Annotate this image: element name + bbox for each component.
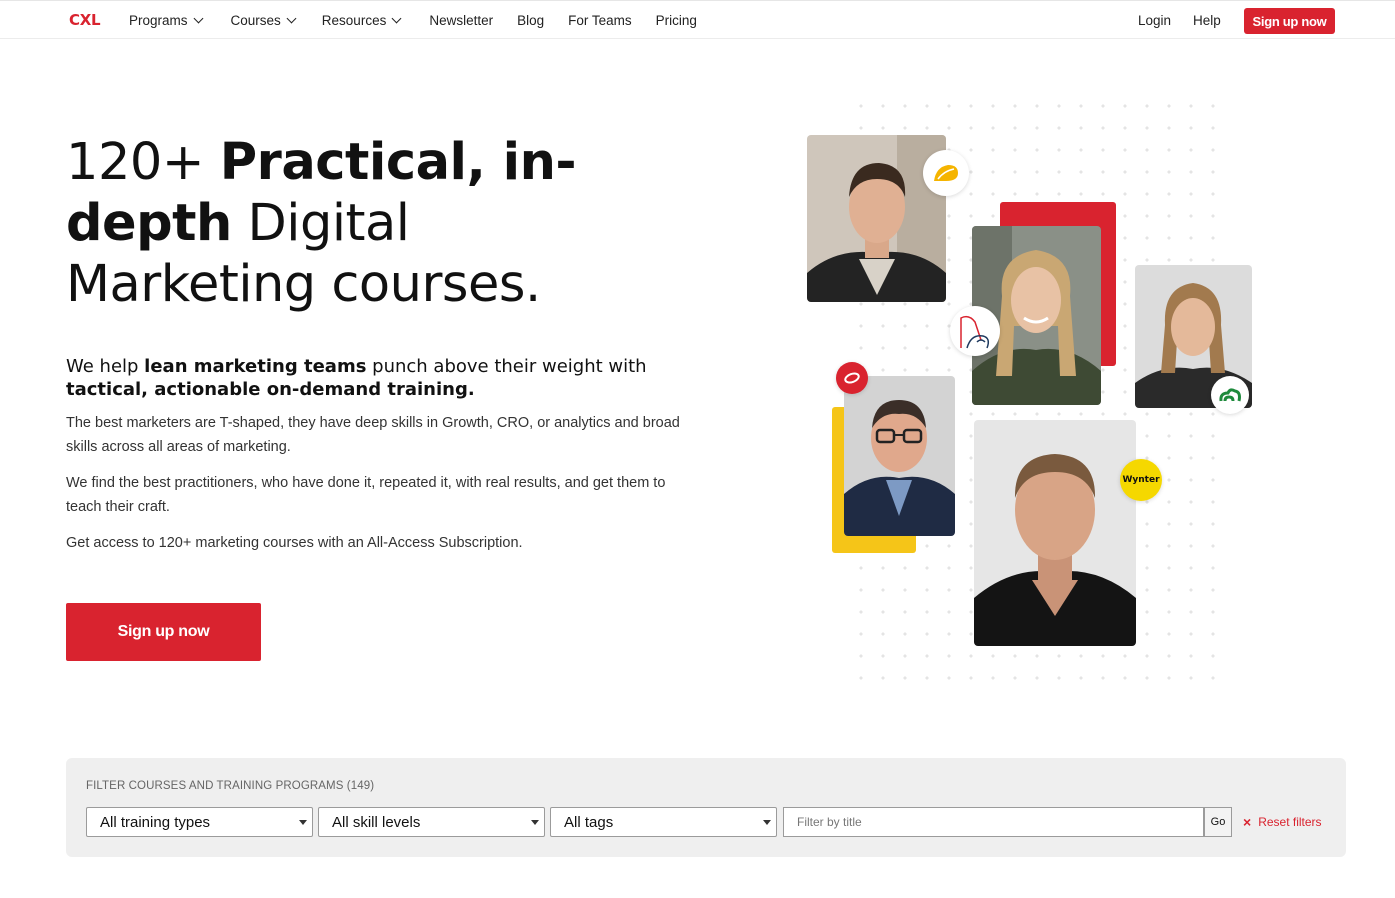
reset-label: Reset filters [1258,815,1322,829]
nav-resources[interactable]: Resources [321,13,402,28]
lead-part2: punch above their weight with [366,356,647,377]
lead-part1: We help [66,356,145,377]
select-value: All skill levels [332,813,421,831]
green-cloud-logo-icon [1219,388,1241,402]
nav-label: Courses [230,13,281,28]
skill-level-select[interactable]: All skill levels [318,807,545,837]
hero-lead: We help lean marketing teams punch above… [66,355,686,401]
dropdown-arrow-icon [531,820,539,825]
nav-label: Blog [517,13,545,28]
link-logo-icon [844,372,860,384]
go-button[interactable]: Go [1204,807,1232,837]
signup-button-header[interactable]: Sign up now [1244,8,1335,34]
chevron-down-icon [286,13,297,24]
instructor-photo-1 [807,135,946,302]
instructor-collage: Wynter [790,95,1270,695]
nav-blog[interactable]: Blog [517,13,544,28]
line-art-logo-icon [960,315,990,349]
nav-label: Pricing [655,13,697,28]
reset-filters-link[interactable]: × Reset filters [1243,815,1322,829]
nav-courses[interactable]: Courses [230,13,297,28]
nav-label: Newsletter [429,13,494,28]
close-icon: × [1243,814,1252,830]
company-logo-badge-2 [950,306,1000,356]
tags-select[interactable]: All tags [550,807,777,837]
wynter-logo-text: Wynter [1122,475,1160,485]
select-value: All training types [100,813,211,831]
top-navigation-bar: CXL Programs Courses Resources Newslette… [0,0,1395,39]
instructor-photo-4 [844,376,955,536]
hero-paragraph-1: The best marketers are T-shaped, they ha… [66,415,680,455]
lead-bold2: tactical, actionable on-demand training. [66,379,475,400]
company-logo-badge-1 [923,150,969,196]
nav-label: Resources [321,13,387,28]
hero-paragraph-2: We find the best practitioners, who have… [66,475,666,515]
main-nav: Programs Courses Resources Newsletter Bl… [129,1,697,40]
lead-bold1: lean marketing teams [144,356,367,377]
nav-pricing[interactable]: Pricing [656,13,697,28]
filter-title: FILTER COURSES AND TRAINING PROGRAMS (14… [86,780,375,792]
nav-newsletter[interactable]: Newsletter [429,13,493,28]
nav-label: Programs [129,13,188,28]
course-filter-panel: FILTER COURSES AND TRAINING PROGRAMS (14… [66,758,1346,857]
signup-button-hero[interactable]: Sign up now [66,603,261,661]
company-logo-badge-wynter: Wynter [1120,459,1162,501]
company-logo-badge-4 [1211,376,1249,414]
instructor-photo-5 [974,420,1136,646]
nav-label: For Teams [568,13,632,28]
login-link[interactable]: Login [1138,13,1171,28]
company-logo-badge-3 [836,362,868,394]
chevron-down-icon [193,13,203,24]
cxl-logo[interactable]: CXL [69,11,101,29]
chevron-down-icon [391,13,402,24]
dropdown-arrow-icon [763,820,771,825]
hero-headline: 120+ Practical, in-depth Digital Marketi… [66,132,626,315]
help-link[interactable]: Help [1193,13,1221,28]
filter-by-title-input[interactable] [783,807,1204,837]
hero-paragraph-3: Get access to 120+ marketing courses wit… [66,535,523,551]
nav-for-teams[interactable]: For Teams [568,13,632,28]
dropdown-arrow-icon [299,820,307,825]
select-value: All tags [564,813,614,831]
yellow-leaf-logo-icon [934,165,958,181]
training-type-select[interactable]: All training types [86,807,313,837]
nav-programs[interactable]: Programs [129,13,203,28]
headline-part1: 120+ [66,133,220,192]
